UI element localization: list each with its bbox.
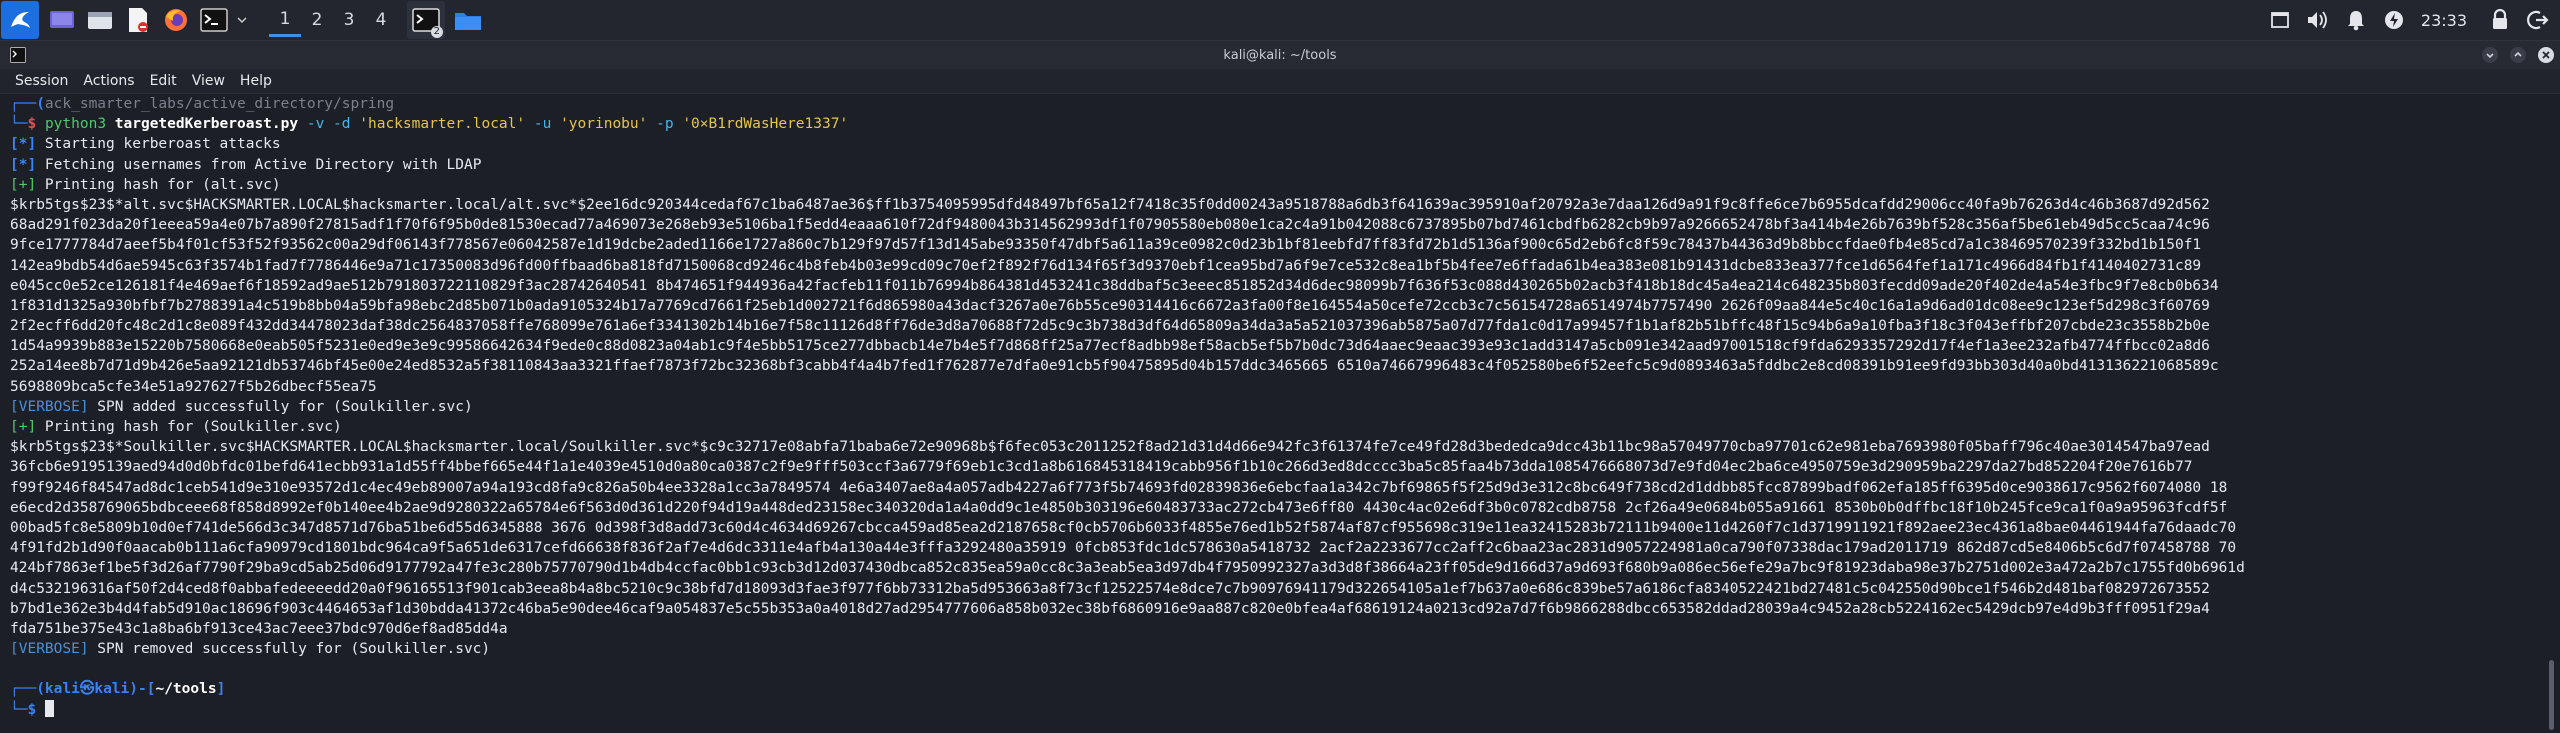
window-titlebar[interactable]: kali@kali: ~/tools bbox=[0, 41, 2560, 69]
workspace-3[interactable]: 3 bbox=[333, 3, 365, 37]
hash-block-alt-svc: $krb5tgs$23$*alt.svc$HACKSMARTER.LOCAL$h… bbox=[10, 195, 2540, 397]
terminal-app-icon[interactable] bbox=[10, 47, 26, 67]
menu-edit[interactable]: Edit bbox=[150, 73, 177, 89]
workspace-switcher: 1 2 3 4 bbox=[269, 3, 397, 37]
close-button[interactable] bbox=[2538, 47, 2554, 63]
hash-line: 36fcb6e9195139aed94d0d0bfdc01befd641ecbb… bbox=[10, 459, 2193, 476]
maximize-icon bbox=[2514, 51, 2522, 57]
workspace-1[interactable]: 1 bbox=[269, 3, 301, 37]
hash-line: 424bf7863ef1be5f3d26af7790f29ba9cd5ab25d… bbox=[10, 560, 2245, 577]
workspace-4[interactable]: 4 bbox=[365, 3, 397, 37]
window-icon[interactable] bbox=[2266, 6, 2294, 34]
close-icon bbox=[2542, 51, 2550, 59]
taskbar-terminal-window[interactable]: 2 bbox=[407, 1, 445, 39]
volume-icon[interactable] bbox=[2304, 6, 2332, 34]
hash-line: $krb5tgs$23$*Soulkiller.svc$HACKSMARTER.… bbox=[10, 439, 2210, 456]
menu-view[interactable]: View bbox=[192, 73, 225, 89]
hash-line: 5698809bca5cfe34e51a927627f5b26dbecf55ea… bbox=[10, 378, 377, 395]
text-cursor bbox=[44, 699, 54, 717]
hash-line: fda751be375e43c1a8ba6bf913ce43ac7eee37bd… bbox=[10, 620, 508, 637]
verbose-line: [VERBOSE] SPN added successfully for (So… bbox=[10, 398, 473, 415]
hash-line: 1d54a9939b883e15220b7580668e0eab505f5231… bbox=[10, 338, 2210, 355]
text-editor-icon[interactable] bbox=[121, 3, 155, 37]
success-line: [+] Printing hash for (Soulkiller.svc) bbox=[10, 419, 342, 435]
menu-session[interactable]: Session bbox=[15, 73, 68, 89]
dropdown-icon[interactable] bbox=[235, 3, 249, 37]
verbose-line: [VERBOSE] SPN removed successfully for (… bbox=[10, 641, 491, 658]
menu-actions[interactable]: Actions bbox=[83, 73, 134, 89]
kali-menu-icon[interactable] bbox=[1, 1, 39, 39]
hash-line: e6ecd2d358769065bdbceee68f858d8992ef0b14… bbox=[10, 499, 2228, 516]
hash-line: 1f831d1325a930bfbf7b2788391a4c519b8bb04a… bbox=[10, 297, 2210, 314]
hash-line: b7bd1e362e3b4d4fab5d910ac18696f903c44646… bbox=[10, 600, 2210, 617]
hash-line: f99f9246f84547ad8dc1ceb541d9e310e93572d1… bbox=[10, 479, 2228, 496]
file-manager-icon[interactable] bbox=[83, 3, 117, 37]
terminal-scrollbar[interactable] bbox=[2549, 660, 2554, 730]
command-line: └─$ python3 targetedKerberoast.py -v -d … bbox=[10, 116, 849, 133]
hash-line: 4f91fd2b1d90f0aacab0b111a6cfa90979cd1801… bbox=[10, 540, 2237, 557]
hash-line: e045cc0e52ce126181f4e469aef6f18592ad9ae5… bbox=[10, 277, 2219, 294]
terminal-output[interactable]: ┌──(ack_smarter_labs/active_directory/sp… bbox=[0, 94, 2540, 733]
success-line: [+] Printing hash for (alt.svc) bbox=[10, 176, 281, 193]
hash-block-soulkiller-svc: $krb5tgs$23$*Soulkiller.svc$HACKSMARTER.… bbox=[10, 437, 2540, 639]
clock[interactable]: 23:33 bbox=[2421, 11, 2467, 30]
menu-bar: Session Actions Edit View Help bbox=[0, 69, 2560, 94]
workspace-2[interactable]: 2 bbox=[301, 3, 333, 37]
desktop-icon[interactable] bbox=[45, 3, 79, 37]
window-count-badge: 2 bbox=[430, 26, 443, 38]
menu-help[interactable]: Help bbox=[240, 73, 272, 89]
lock-icon[interactable] bbox=[2486, 6, 2514, 34]
prompt-line: ┌──(kali㉿kali)-[~/tools] bbox=[10, 681, 226, 698]
info-line: [*] Starting kerberoast attacks bbox=[10, 136, 281, 153]
firefox-icon[interactable] bbox=[159, 3, 193, 37]
minimize-icon bbox=[2486, 53, 2494, 59]
info-line: [*] Fetching usernames from Active Direc… bbox=[10, 156, 482, 173]
active-prompt-line: └─$ bbox=[10, 699, 2540, 720]
notification-bell-icon[interactable] bbox=[2342, 6, 2370, 34]
top-panel: 1 2 3 4 2 23:33 bbox=[0, 0, 2560, 41]
hash-line: 9fce1777784d7aeef5b4f01cf53f52f93562c00a… bbox=[10, 237, 2202, 254]
hash-line: d4c532196316af50f2d4ced8f0abbafedeeeedd2… bbox=[10, 580, 2210, 597]
previous-prompt-line: ┌──(ack_smarter_labs/active_directory/sp… bbox=[10, 96, 395, 112]
hash-line: 00bad5fc8e5809b10d0ef741de566d3c347d8571… bbox=[10, 519, 2237, 536]
hash-line: 2f2ecff6dd20fc48c2d1c8e089f432dd34478023… bbox=[10, 318, 2210, 335]
power-manager-icon[interactable] bbox=[2380, 6, 2408, 34]
hash-line: 68ad291f023da20f1eeea59a4e07b7a890f27815… bbox=[10, 217, 2210, 234]
minimize-button[interactable] bbox=[2482, 47, 2498, 63]
maximize-button[interactable] bbox=[2510, 47, 2526, 63]
hash-line: 142ea9bdb54d6ae5945c63f3574b1fad7f778644… bbox=[10, 257, 2202, 274]
system-tray: 23:33 bbox=[2261, 0, 2560, 40]
window-title: kali@kali: ~/tools bbox=[1223, 47, 1337, 63]
logout-icon[interactable] bbox=[2524, 6, 2552, 34]
terminal-icon[interactable] bbox=[197, 3, 231, 37]
hash-line: $krb5tgs$23$*alt.svc$HACKSMARTER.LOCAL$h… bbox=[10, 196, 2210, 213]
folder-icon[interactable] bbox=[451, 3, 485, 37]
hash-line: 252a14ee8b7d71d9b426e5aa92121db53746bf45… bbox=[10, 358, 2219, 375]
